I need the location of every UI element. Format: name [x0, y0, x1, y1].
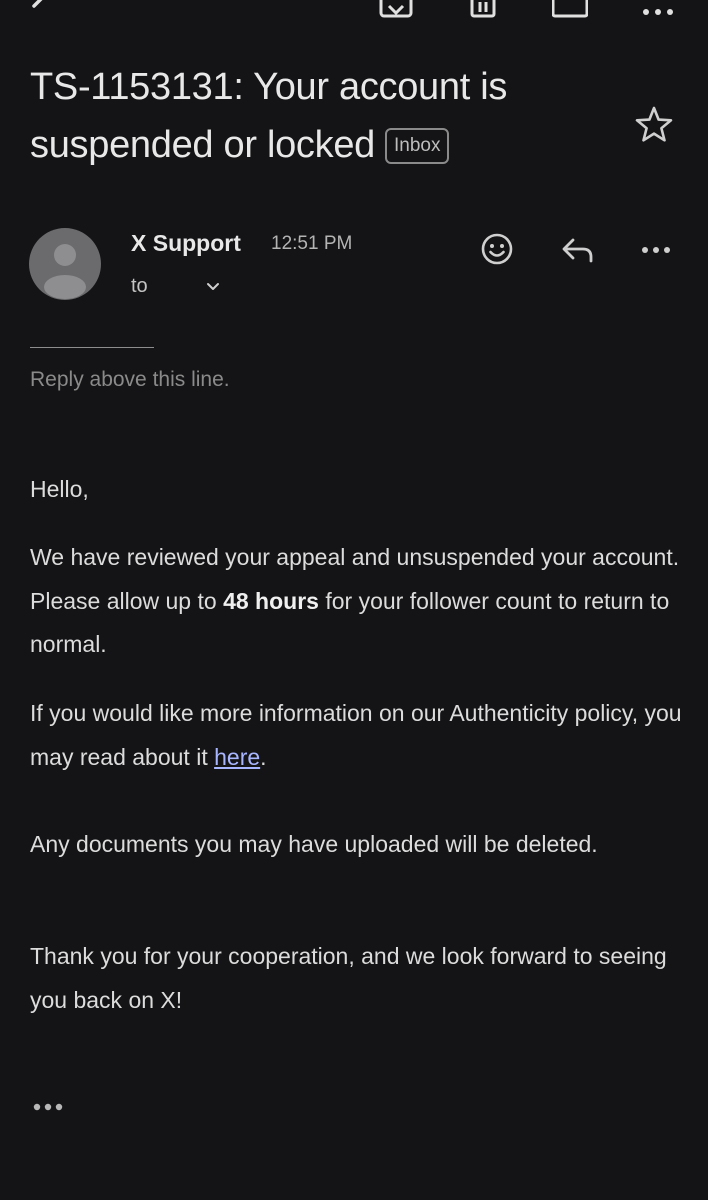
recipient-label: to — [131, 275, 148, 297]
toolbar — [0, 0, 708, 20]
greeting: Hello, — [30, 476, 89, 502]
person-icon — [44, 244, 86, 299]
body-paragraph-1: We have reviewed your appeal and unsuspe… — [30, 536, 690, 667]
show-trimmed-content-icon[interactable] — [32, 1100, 64, 1114]
emoji-reaction-icon[interactable] — [479, 231, 515, 267]
p2-text-end: . — [260, 743, 267, 770]
p2-text: If you would like more information on ou… — [30, 700, 682, 770]
chevron-down-icon[interactable] — [205, 279, 221, 295]
reply-above-notice: Reply above this line. — [30, 368, 230, 391]
more-vert-icon[interactable] — [640, 0, 676, 18]
message-time: 12:51 PM — [271, 233, 353, 254]
inbox-label-badge[interactable]: Inbox — [384, 128, 450, 164]
archive-icon[interactable] — [378, 0, 414, 18]
mail-icon[interactable] — [552, 0, 588, 18]
back-arrow-icon[interactable] — [22, 0, 58, 18]
body-paragraph-4: Thank you for your cooperation, and we l… — [30, 943, 667, 1013]
email-subject: TS-1153131: Your account is suspended or… — [30, 58, 620, 174]
sender-name[interactable]: X Support — [131, 230, 241, 257]
body-paragraph-3: Any documents you may have uploaded will… — [30, 831, 598, 857]
body-paragraph-2: If you would like more information on ou… — [30, 692, 690, 779]
star-icon[interactable] — [634, 105, 674, 145]
delete-icon[interactable] — [465, 0, 501, 18]
reply-separator-line — [30, 347, 154, 348]
sender-avatar[interactable] — [29, 228, 101, 300]
more-options-icon[interactable] — [638, 231, 674, 267]
here-link[interactable]: here — [214, 744, 260, 770]
p1-bold-text: 48 hours — [223, 587, 319, 614]
reply-icon[interactable] — [559, 231, 595, 267]
